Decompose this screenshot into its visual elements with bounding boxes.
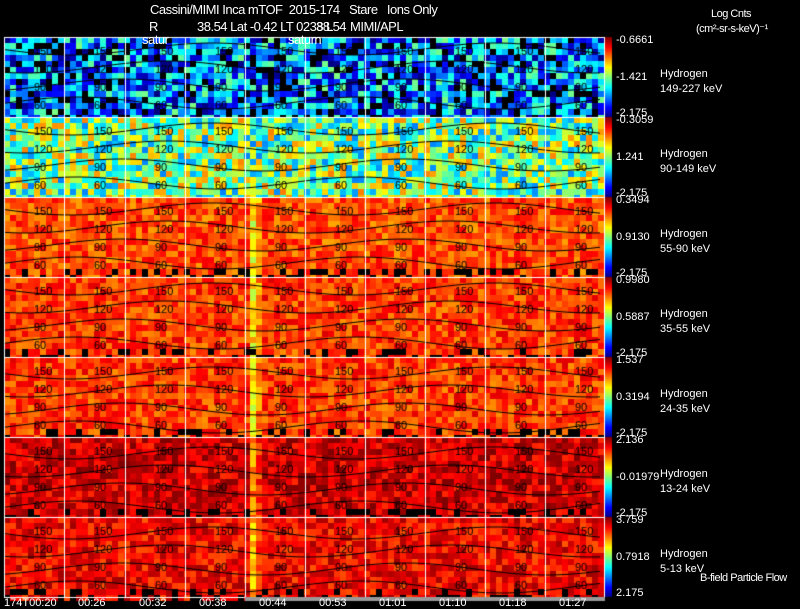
panel-label: Hydrogen 55-90 keV: [660, 227, 710, 257]
colorbar-mid: 0.7918: [616, 551, 650, 563]
saturn-label: satur: [142, 32, 169, 47]
colorbar-mid: 0.5887: [616, 311, 650, 323]
species: Hydrogen: [660, 68, 708, 80]
species: Hydrogen: [660, 148, 708, 160]
time-tick: 00:53: [319, 597, 347, 609]
panel-label: Hydrogen 35-55 keV: [660, 307, 710, 337]
plot-title: Cassini/MIMI Inca mTOF 2015-174 Stare Io…: [150, 2, 438, 17]
colorbar-mid: -0.01979: [616, 471, 660, 483]
time-tick: 01:10: [439, 597, 467, 609]
colorbar-mid: -1.421: [616, 71, 648, 83]
species: Hydrogen: [660, 308, 708, 320]
colorbar-max: 1.537: [616, 354, 644, 366]
colorbar-max: 0.9980: [616, 274, 650, 286]
colorbar-mid: 1.241: [616, 151, 644, 163]
colorbar-max: 3.759: [616, 514, 644, 526]
time-tick: 00:32: [139, 597, 167, 609]
energy-range: 55-90 keV: [660, 243, 711, 255]
colorbar-max: -0.3059: [616, 114, 654, 126]
colorbar-min: 2.175: [616, 587, 644, 599]
credit: MIMI/APL: [350, 19, 404, 34]
panel-label: Hydrogen 90-149 keV: [660, 147, 716, 177]
energy-range: 35-55 keV: [660, 323, 711, 335]
panel-label: Hydrogen 13-24 keV: [660, 467, 710, 497]
time-tick: 01:27: [559, 597, 587, 609]
colorbar-max: 2.136: [616, 434, 644, 446]
panel-label: Hydrogen 149-227 keV: [660, 67, 722, 97]
colorbar-mid: 0.9130: [616, 231, 650, 243]
time-tick: 01:18: [499, 597, 527, 609]
units-line2: (cm²-sr-s-keV)⁻¹: [696, 23, 768, 35]
bfield-legend: B-field Particle Flow: [700, 572, 787, 584]
energy-range: 90-149 keV: [660, 163, 717, 175]
time-tick: 174T00:20: [4, 597, 57, 609]
species: Hydrogen: [660, 468, 708, 480]
time-tick: 00:38: [199, 597, 227, 609]
energy-range: 13-24 keV: [660, 483, 711, 495]
saturn-label: saturn: [288, 32, 322, 47]
species: Hydrogen: [660, 228, 708, 240]
colorbar-max: -0.6661: [616, 34, 654, 46]
time-tick: 00:26: [78, 597, 106, 609]
energy-range: 149-227 keV: [660, 83, 723, 95]
species: Hydrogen: [660, 548, 708, 560]
time-tick: 00:44: [259, 597, 287, 609]
colorbar-mid: 0.3194: [616, 391, 650, 403]
units-line1: Log Cnts: [711, 8, 752, 20]
energy-range: 5-13 keV: [660, 563, 705, 575]
panel-label: Hydrogen 24-35 keV: [660, 387, 710, 417]
energy-range: 24-35 keV: [660, 403, 711, 415]
species: Hydrogen: [660, 388, 708, 400]
time-tick: 01:01: [379, 597, 407, 609]
colorbar-max: 0.3494: [616, 194, 650, 206]
